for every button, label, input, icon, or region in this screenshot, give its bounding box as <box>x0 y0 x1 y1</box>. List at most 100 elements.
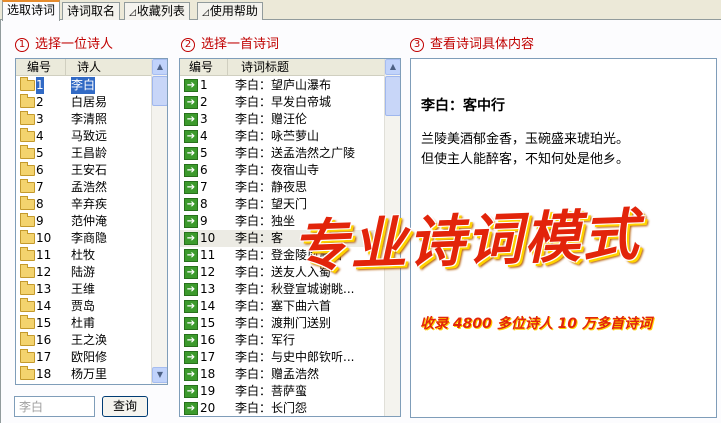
poet-row[interactable]: 18 杨万里 <box>16 366 152 383</box>
scroll-thumb[interactable] <box>385 76 400 116</box>
poem-id: 3 <box>200 112 208 126</box>
scroll-thumb[interactable] <box>152 76 167 106</box>
poem-title-cell: 李白：渡荆门送别 <box>235 316 332 330</box>
poet-row[interactable]: 14 贾岛 <box>16 298 152 315</box>
poet-row[interactable]: 6 王安石 <box>16 162 152 179</box>
column-header-id[interactable]: 编号 <box>16 59 66 76</box>
poet-name: 杜牧 <box>71 248 96 262</box>
poet-list-scrollbar[interactable]: ▲ ▼ <box>151 59 167 384</box>
poem-row[interactable]: ➔ 20 李白：长门怨 <box>180 400 385 416</box>
folder-icon <box>20 264 35 278</box>
arrow-right-icon: ➔ <box>184 402 198 415</box>
poet-row[interactable]: 2 白居易 <box>16 94 152 111</box>
poet-row[interactable]: 8 辛弃疾 <box>16 196 152 213</box>
poet-list-header: 编号 诗人 <box>16 59 152 76</box>
poet-id: 14 <box>36 299 52 313</box>
tab-help[interactable]: ◿使用帮助 <box>197 2 263 20</box>
folder-icon <box>20 315 35 329</box>
arrow-right-icon: ➔ <box>184 368 198 381</box>
arrow-right-icon: ➔ <box>184 164 198 177</box>
poet-list[interactable]: 编号 诗人 1 李白 2 白居易 3 李清照 4 马致远 5 王昌龄 6 王安石 7 孟浩然 8 辛弃疾 9 范仲… <box>15 58 168 385</box>
poem-id: 19 <box>200 384 216 398</box>
poet-row[interactable]: 3 李清照 <box>16 111 152 128</box>
poem-title-cell: 李白：军行 <box>235 333 296 347</box>
step-number: 1 <box>15 38 29 52</box>
poet-rows: 1 李白 2 白居易 3 李清照 4 马致远 5 王昌龄 6 王安石 7 孟浩然 8 辛弃疾 9 范仲淹 10 李商隐… <box>16 77 152 383</box>
poem-line: 但使主人能醉客，不知何处是他乡。 <box>421 152 630 167</box>
poet-row[interactable]: 11 杜牧 <box>16 247 152 264</box>
arrow-right-icon: ➔ <box>184 113 198 126</box>
poet-id: 2 <box>36 95 44 109</box>
poem-row[interactable]: ➔ 7 李白：静夜思 <box>180 179 385 196</box>
poet-id: 17 <box>36 350 52 364</box>
poet-name: 范仲淹 <box>71 214 108 228</box>
poet-row[interactable]: 17 欧阳修 <box>16 349 152 366</box>
arrow-right-icon: ➔ <box>184 147 198 160</box>
poet-row[interactable]: 4 马致远 <box>16 128 152 145</box>
arrow-right-icon: ➔ <box>184 266 198 279</box>
poem-row[interactable]: ➔ 4 李白：咏苎萝山 <box>180 128 385 145</box>
poet-row[interactable]: 15 杜甫 <box>16 315 152 332</box>
poem-row[interactable]: ➔ 1 李白：望庐山瀑布 <box>180 77 385 94</box>
poem-row[interactable]: ➔ 2 李白：早发白帝城 <box>180 94 385 111</box>
poet-name: 王安石 <box>71 163 108 177</box>
poet-row[interactable]: 12 陆游 <box>16 264 152 281</box>
tab-favorites[interactable]: ◿收藏列表 <box>124 2 190 20</box>
arrow-right-icon: ➔ <box>184 249 198 262</box>
poet-id: 15 <box>36 316 52 330</box>
arrow-right-icon: ➔ <box>184 334 198 347</box>
poem-row[interactable]: ➔ 14 李白：塞下曲六首 <box>180 298 385 315</box>
folder-icon <box>20 179 35 193</box>
column-header-title[interactable]: 诗词标题 <box>228 59 385 76</box>
poem-row[interactable]: ➔ 19 李白：菩萨蛮 <box>180 383 385 400</box>
arrow-right-icon: ➔ <box>184 300 198 313</box>
poem-title-cell: 李白：静夜思 <box>235 180 308 194</box>
promo-banner: 专业诗词模式 <box>291 201 642 281</box>
poet-row[interactable]: 5 王昌龄 <box>16 145 152 162</box>
poet-name: 杨万里 <box>71 367 108 381</box>
arrow-right-icon: ➔ <box>184 283 198 296</box>
poet-name: 欧阳修 <box>71 350 108 364</box>
poet-id: 16 <box>36 333 52 347</box>
poet-id: 9 <box>36 214 44 228</box>
poem-id: 10 <box>200 231 216 245</box>
poem-row[interactable]: ➔ 5 李白：送孟浩然之广陵 <box>180 145 385 162</box>
poem-row[interactable]: ➔ 18 李白：赠孟浩然 <box>180 366 385 383</box>
poem-row[interactable]: ➔ 3 李白：赠汪伦 <box>180 111 385 128</box>
poem-id: 18 <box>200 367 216 381</box>
arrow-right-icon: ➔ <box>184 317 198 330</box>
poem-row[interactable]: ➔ 15 李白：渡荆门送别 <box>180 315 385 332</box>
poem-title-cell: 李白：赠孟浩然 <box>235 367 320 381</box>
scroll-down-button[interactable]: ▼ <box>152 367 167 383</box>
folder-icon <box>20 366 35 380</box>
arrow-right-icon: ➔ <box>184 215 198 228</box>
tab-label: 使用帮助 <box>209 4 258 18</box>
poet-row[interactable]: 1 李白 <box>16 77 152 94</box>
poet-row[interactable]: 10 李商隐 <box>16 230 152 247</box>
poet-row[interactable]: 16 王之涣 <box>16 332 152 349</box>
column-header-id[interactable]: 编号 <box>180 59 228 76</box>
arrow-right-icon: ➔ <box>184 79 198 92</box>
poem-row[interactable]: ➔ 16 李白：军行 <box>180 332 385 349</box>
scroll-up-button[interactable]: ▲ <box>385 59 400 75</box>
poet-row[interactable]: 9 范仲淹 <box>16 213 152 230</box>
folder-icon <box>20 196 35 210</box>
tab-poem-naming[interactable]: 诗词取名 <box>62 2 121 20</box>
folder-icon <box>20 145 35 159</box>
scroll-up-button[interactable]: ▲ <box>152 59 167 75</box>
poem-id: 4 <box>200 129 208 143</box>
poem-row[interactable]: ➔ 6 李白：夜宿山寺 <box>180 162 385 179</box>
folder-icon <box>20 281 35 295</box>
poet-id: 5 <box>36 146 44 160</box>
column-header-poet[interactable]: 诗人 <box>66 59 152 76</box>
poet-row[interactable]: 13 王维 <box>16 281 152 298</box>
poet-row[interactable]: 7 孟浩然 <box>16 179 152 196</box>
poem-row[interactable]: ➔ 13 李白：秋登宣城谢眺... <box>180 281 385 298</box>
poem-id: 12 <box>200 265 216 279</box>
folder-icon <box>20 298 35 312</box>
poet-search-input[interactable] <box>14 396 95 417</box>
search-button[interactable]: 查询 <box>102 396 148 417</box>
tab-select-poem[interactable]: 选取诗词 <box>2 0 61 21</box>
poem-row[interactable]: ➔ 17 李白：与史中郎钦听... <box>180 349 385 366</box>
arrow-right-icon: ➔ <box>184 181 198 194</box>
